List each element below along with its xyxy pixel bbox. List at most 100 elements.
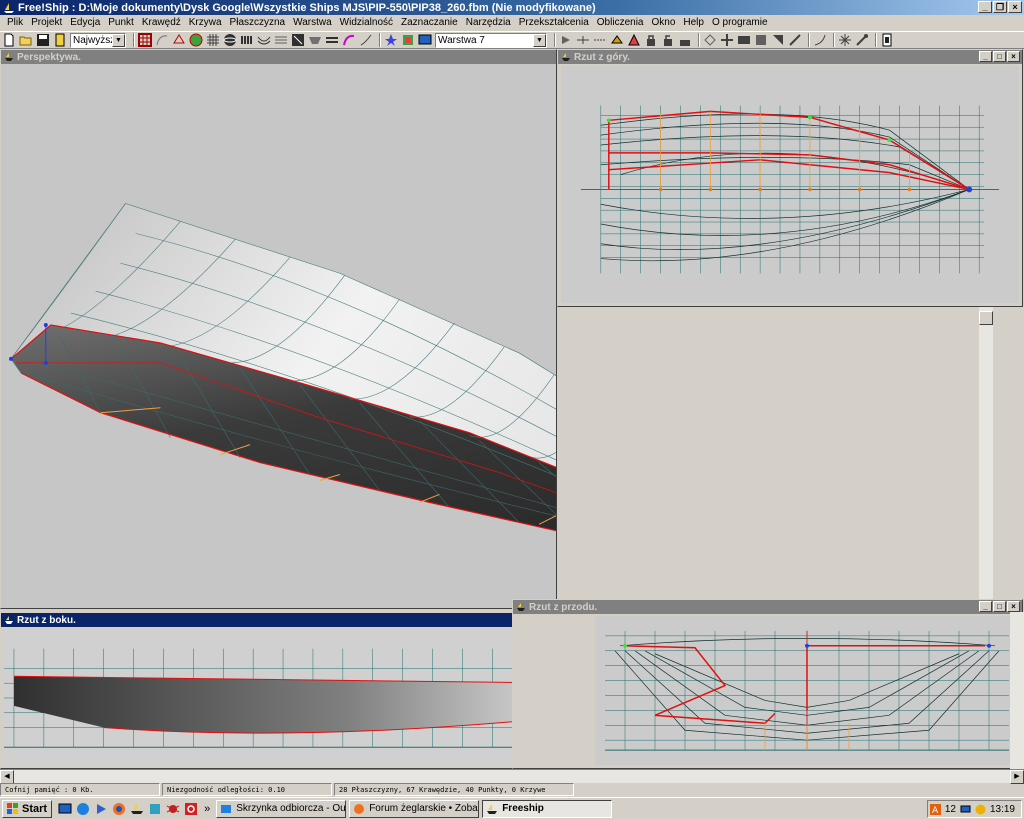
perspective-viewport[interactable] xyxy=(1,64,556,608)
side-viewport[interactable] xyxy=(4,629,588,765)
show-desktop-icon[interactable] xyxy=(58,802,72,816)
perspective-view-window[interactable]: Perspektywa. xyxy=(0,49,557,609)
freeship-quicklaunch-icon[interactable] xyxy=(130,802,144,816)
front-view-close-button[interactable]: × xyxy=(1007,601,1020,612)
front-view-caption[interactable]: Rzut z przodu. _ □ × xyxy=(513,600,1022,614)
layer-properties-button[interactable] xyxy=(418,33,432,47)
diagonals-button[interactable] xyxy=(291,33,305,47)
unlock-all-button[interactable] xyxy=(678,33,692,47)
front-vertical-scrollbar[interactable] xyxy=(1010,612,1024,769)
chevron-down-icon[interactable]: ▼ xyxy=(533,33,546,47)
side-view-caption[interactable]: Rzut z boku. _ □ × xyxy=(1,613,591,627)
firefox-icon[interactable] xyxy=(112,802,126,816)
start-button[interactable]: Start xyxy=(2,799,53,818)
fairing-button[interactable] xyxy=(813,33,827,47)
shade-button[interactable] xyxy=(189,33,203,47)
outlook-icon[interactable] xyxy=(76,802,90,816)
menu-narzedzia[interactable]: Narzędzia xyxy=(462,17,515,28)
menu-zaznaczanie[interactable]: Zaznaczanie xyxy=(397,17,462,28)
front-view-minimize-button[interactable]: _ xyxy=(979,601,992,612)
precision-select[interactable]: Najwyższy ▼ xyxy=(70,32,126,48)
scroll-right-button[interactable]: ▶ xyxy=(1010,770,1024,784)
extrude-button[interactable] xyxy=(610,33,624,47)
title-bar[interactable]: Free!Ship : D:\Moje dokumenty\Dysk Googl… xyxy=(0,0,1024,15)
updates-icon[interactable] xyxy=(975,804,986,815)
opera-icon[interactable] xyxy=(184,802,198,816)
collapse-edge-button[interactable] xyxy=(593,33,607,47)
menu-help[interactable]: Help xyxy=(679,17,708,28)
scroll-left-button[interactable]: ◀ xyxy=(0,770,14,784)
menu-krawedz[interactable]: Krawędź xyxy=(138,17,185,28)
new-face-button[interactable] xyxy=(627,33,641,47)
menu-punkt[interactable]: Punkt xyxy=(104,17,138,28)
close-button[interactable]: × xyxy=(1008,1,1022,13)
lock-button[interactable] xyxy=(644,33,658,47)
network-icon[interactable] xyxy=(960,804,971,815)
task-freeship[interactable]: Freeship xyxy=(482,799,613,818)
save-button[interactable] xyxy=(36,33,50,47)
keyboard-layout-icon[interactable]: A xyxy=(929,803,941,815)
check-model-button[interactable] xyxy=(838,33,852,47)
top-viewport[interactable] xyxy=(561,66,1019,303)
grid-button[interactable] xyxy=(206,33,220,47)
app-quicklaunch-icon[interactable] xyxy=(148,802,162,816)
insert-point-button[interactable] xyxy=(559,33,573,47)
tray-clock[interactable]: 13:19 xyxy=(990,804,1015,815)
top-view-caption[interactable]: Rzut z góry. _ □ × xyxy=(558,50,1022,64)
scale-button[interactable] xyxy=(771,33,785,47)
menu-obliczenia[interactable]: Obliczenia xyxy=(593,17,648,28)
menu-krzywa[interactable]: Krzywa xyxy=(185,17,226,28)
properties-button[interactable] xyxy=(880,33,894,47)
top-view-minimize-button[interactable]: _ xyxy=(979,51,992,62)
exit-button[interactable] xyxy=(53,33,67,47)
menu-projekt[interactable]: Projekt xyxy=(27,17,66,28)
bug-icon[interactable] xyxy=(166,802,180,816)
buttocks-button[interactable] xyxy=(257,33,271,47)
side-view-window[interactable]: Rzut z boku. _ □ × xyxy=(0,612,592,769)
quicklaunch-more-button[interactable]: » xyxy=(204,803,210,815)
menu-przeksztalcenia[interactable]: Przekształcenia xyxy=(515,17,593,28)
menu-warstwa[interactable]: Warstwa xyxy=(289,17,336,28)
mirror-button[interactable] xyxy=(737,33,751,47)
zoom-extents-button[interactable] xyxy=(703,33,717,47)
top-view-close-button[interactable]: × xyxy=(1007,51,1020,62)
menu-o-programie[interactable]: O programie xyxy=(708,17,772,28)
new-file-button[interactable] xyxy=(2,33,16,47)
curvature-button[interactable] xyxy=(155,33,169,47)
task-forum-zeglarskie[interactable]: Forum żeglarskie • Zobac... xyxy=(349,799,480,818)
layer-visibility-button[interactable] xyxy=(401,33,415,47)
rotate-button[interactable] xyxy=(754,33,768,47)
flowlines-button[interactable] xyxy=(325,33,339,47)
menu-plaszczyzna[interactable]: Płaszczyzna xyxy=(226,17,290,28)
hydrostatics-button[interactable] xyxy=(359,33,373,47)
stations-button[interactable] xyxy=(240,33,254,47)
front-viewport[interactable] xyxy=(595,616,1019,765)
top-view-maximize-button[interactable]: □ xyxy=(993,51,1006,62)
top-view-window[interactable]: Rzut z góry. _ □ × xyxy=(557,49,1023,307)
pan-button[interactable] xyxy=(720,33,734,47)
front-view-window[interactable]: Rzut z przodu. _ □ × xyxy=(512,599,1023,769)
menu-edycja[interactable]: Edycja xyxy=(66,17,104,28)
mdi-vertical-scrollbar[interactable] xyxy=(979,307,993,609)
menu-okno[interactable]: Okno xyxy=(647,17,679,28)
media-player-icon[interactable] xyxy=(94,802,108,816)
task-outlook-inbox[interactable]: Skrzynka odbiorcza - Out... xyxy=(216,799,347,818)
waterlines-button[interactable] xyxy=(274,33,288,47)
color-select-button[interactable] xyxy=(384,33,398,47)
unlock-button[interactable] xyxy=(661,33,675,47)
chevron-down-icon[interactable]: ▼ xyxy=(112,33,125,47)
curves-button[interactable] xyxy=(342,33,356,47)
control-net-button[interactable] xyxy=(138,33,152,47)
interior-edges-button[interactable] xyxy=(172,33,186,47)
sphere-button[interactable] xyxy=(223,33,237,47)
hull-view-button[interactable] xyxy=(308,33,322,47)
front-view-maximize-button[interactable]: □ xyxy=(993,601,1006,612)
active-layer-select[interactable]: Warstwa 7 ▼ xyxy=(435,32,547,48)
perspective-view-caption[interactable]: Perspektywa. xyxy=(1,50,556,64)
mdi-horizontal-scrollbar[interactable]: ◀ ▶ xyxy=(0,769,1024,784)
open-file-button[interactable] xyxy=(19,33,33,47)
restore-button[interactable]: ❐ xyxy=(993,1,1007,13)
menu-widzialnosc[interactable]: Widzialność xyxy=(336,17,397,28)
minimize-button[interactable]: _ xyxy=(978,1,992,13)
split-edge-button[interactable] xyxy=(576,33,590,47)
